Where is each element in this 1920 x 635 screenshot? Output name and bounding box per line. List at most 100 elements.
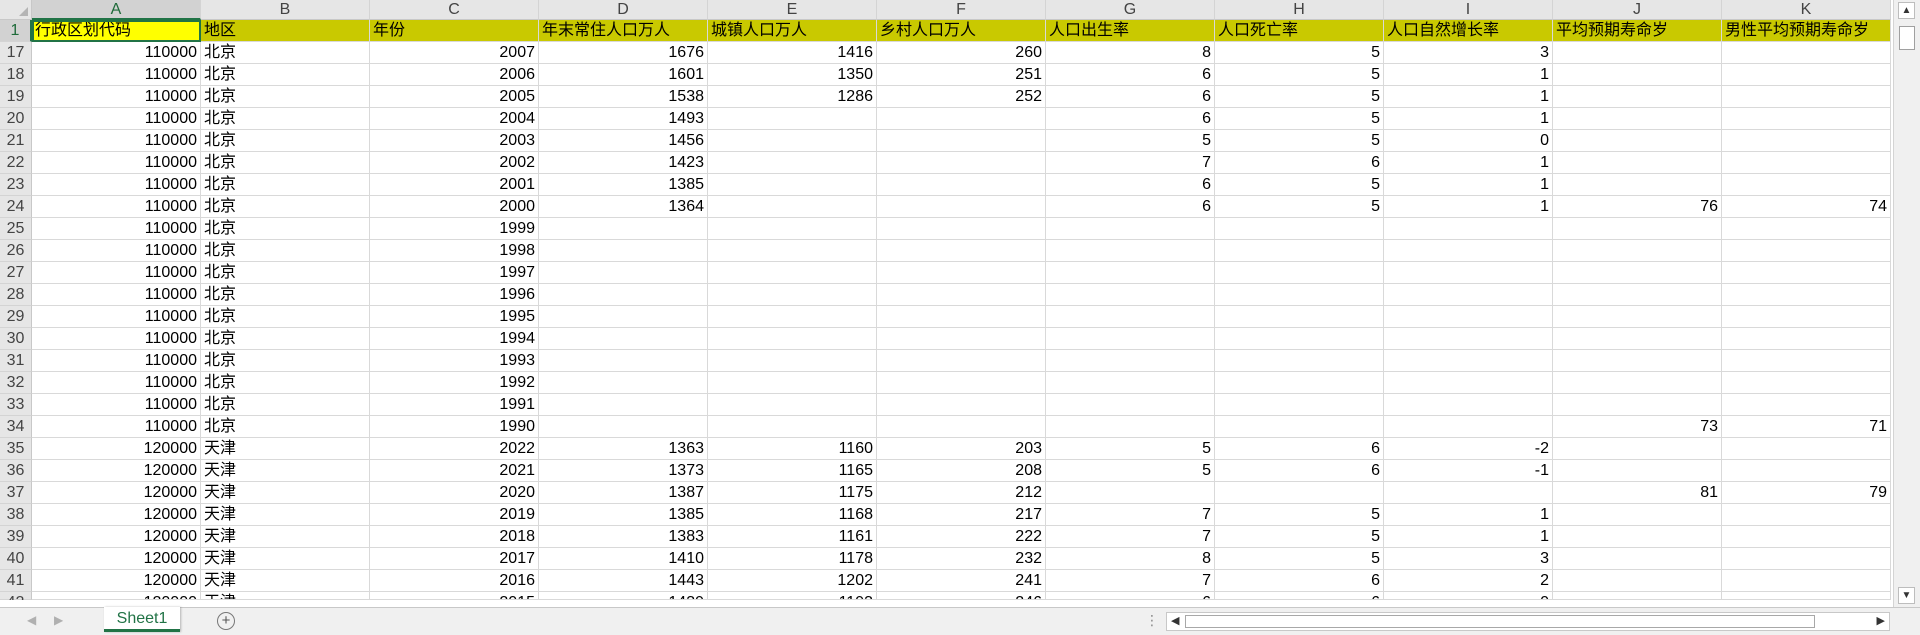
cell[interactable]: 217 bbox=[877, 504, 1046, 526]
cell[interactable]: 7 bbox=[1046, 152, 1215, 174]
header-cell[interactable]: 城镇人口万人 bbox=[708, 20, 877, 42]
row-number[interactable]: 28 bbox=[0, 284, 32, 306]
row-number[interactable]: 24 bbox=[0, 196, 32, 218]
cell[interactable]: 1493 bbox=[539, 108, 708, 130]
cell[interactable]: 1385 bbox=[539, 504, 708, 526]
cell[interactable] bbox=[1722, 130, 1891, 152]
cell[interactable] bbox=[877, 306, 1046, 328]
cell[interactable]: 6 bbox=[1046, 86, 1215, 108]
cell[interactable] bbox=[1553, 526, 1722, 548]
cell[interactable] bbox=[1384, 394, 1553, 416]
header-cell[interactable]: 人口死亡率 bbox=[1215, 20, 1384, 42]
header-cell[interactable]: 乡村人口万人 bbox=[877, 20, 1046, 42]
cell[interactable]: 2003 bbox=[370, 130, 539, 152]
cell[interactable] bbox=[1553, 306, 1722, 328]
select-all-corner[interactable] bbox=[0, 0, 32, 20]
cell[interactable] bbox=[708, 394, 877, 416]
cell[interactable] bbox=[1046, 328, 1215, 350]
cell[interactable]: 2001 bbox=[370, 174, 539, 196]
cell[interactable] bbox=[1722, 394, 1891, 416]
cell[interactable]: 222 bbox=[877, 526, 1046, 548]
cell[interactable]: 1202 bbox=[708, 570, 877, 592]
cell[interactable] bbox=[539, 350, 708, 372]
cell[interactable]: 7 bbox=[1046, 570, 1215, 592]
cell[interactable]: 74 bbox=[1722, 196, 1891, 218]
column-header-f[interactable]: F bbox=[877, 0, 1046, 20]
column-header-g[interactable]: G bbox=[1046, 0, 1215, 20]
cell[interactable]: 6 bbox=[1215, 592, 1384, 600]
cell[interactable] bbox=[877, 284, 1046, 306]
header-cell[interactable]: 行政区划代码 bbox=[32, 20, 201, 42]
cell[interactable] bbox=[1722, 174, 1891, 196]
row-number[interactable]: 26 bbox=[0, 240, 32, 262]
cell[interactable] bbox=[1384, 350, 1553, 372]
cell[interactable]: 2020 bbox=[370, 482, 539, 504]
cell[interactable] bbox=[1553, 218, 1722, 240]
cell[interactable] bbox=[877, 416, 1046, 438]
cell[interactable]: 天津 bbox=[201, 504, 370, 526]
cell[interactable] bbox=[1384, 328, 1553, 350]
cell[interactable]: 2018 bbox=[370, 526, 539, 548]
cell[interactable] bbox=[1722, 526, 1891, 548]
cell[interactable] bbox=[1553, 130, 1722, 152]
cell[interactable]: 天津 bbox=[201, 592, 370, 600]
cell[interactable]: 北京 bbox=[201, 240, 370, 262]
cell[interactable]: 5 bbox=[1215, 548, 1384, 570]
cell[interactable]: 1994 bbox=[370, 328, 539, 350]
cell[interactable]: 1995 bbox=[370, 306, 539, 328]
cell[interactable]: 1 bbox=[1384, 86, 1553, 108]
cell[interactable]: 5 bbox=[1215, 86, 1384, 108]
cell[interactable]: 6 bbox=[1046, 592, 1215, 600]
cell[interactable]: 5 bbox=[1215, 42, 1384, 64]
cell[interactable]: 0 bbox=[1384, 130, 1553, 152]
cell[interactable]: -1 bbox=[1384, 460, 1553, 482]
cell[interactable] bbox=[539, 394, 708, 416]
cell[interactable]: 1538 bbox=[539, 86, 708, 108]
cell[interactable]: 北京 bbox=[201, 174, 370, 196]
row-number[interactable]: 32 bbox=[0, 372, 32, 394]
column-header-j[interactable]: J bbox=[1553, 0, 1722, 20]
cell[interactable] bbox=[1553, 64, 1722, 86]
cell[interactable] bbox=[1553, 372, 1722, 394]
cell[interactable]: 2016 bbox=[370, 570, 539, 592]
cell[interactable]: 1990 bbox=[370, 416, 539, 438]
cell[interactable]: 110000 bbox=[32, 262, 201, 284]
cell[interactable]: 1992 bbox=[370, 372, 539, 394]
cell[interactable]: 110000 bbox=[32, 306, 201, 328]
cell[interactable] bbox=[1722, 438, 1891, 460]
vertical-scroll-thumb[interactable] bbox=[1899, 26, 1915, 50]
cell[interactable]: 北京 bbox=[201, 218, 370, 240]
cell[interactable] bbox=[1553, 570, 1722, 592]
cell[interactable]: 北京 bbox=[201, 262, 370, 284]
cell[interactable]: 73 bbox=[1553, 416, 1722, 438]
cell[interactable] bbox=[1384, 482, 1553, 504]
cell[interactable] bbox=[1215, 262, 1384, 284]
cell[interactable] bbox=[877, 174, 1046, 196]
cell[interactable] bbox=[1553, 240, 1722, 262]
cell[interactable] bbox=[877, 130, 1046, 152]
cell[interactable] bbox=[1384, 240, 1553, 262]
cell[interactable]: 232 bbox=[877, 548, 1046, 570]
cell[interactable]: 北京 bbox=[201, 42, 370, 64]
row-number[interactable]: 20 bbox=[0, 108, 32, 130]
cell[interactable] bbox=[1722, 306, 1891, 328]
cell[interactable] bbox=[1384, 416, 1553, 438]
cell[interactable]: 1443 bbox=[539, 570, 708, 592]
cell[interactable]: 2005 bbox=[370, 86, 539, 108]
cell[interactable]: 6 bbox=[1046, 108, 1215, 130]
cell[interactable] bbox=[1553, 438, 1722, 460]
cell[interactable] bbox=[1722, 284, 1891, 306]
cell[interactable] bbox=[1215, 416, 1384, 438]
cell[interactable]: 天津 bbox=[201, 548, 370, 570]
cell[interactable]: 1165 bbox=[708, 460, 877, 482]
cell[interactable] bbox=[1215, 482, 1384, 504]
cell[interactable] bbox=[1553, 394, 1722, 416]
cell[interactable] bbox=[1215, 372, 1384, 394]
cell[interactable] bbox=[708, 306, 877, 328]
cell[interactable]: 110000 bbox=[32, 416, 201, 438]
cell[interactable]: 252 bbox=[877, 86, 1046, 108]
cell[interactable]: 1 bbox=[1384, 64, 1553, 86]
cell[interactable]: 110000 bbox=[32, 42, 201, 64]
cell[interactable] bbox=[708, 328, 877, 350]
row-number[interactable]: 22 bbox=[0, 152, 32, 174]
